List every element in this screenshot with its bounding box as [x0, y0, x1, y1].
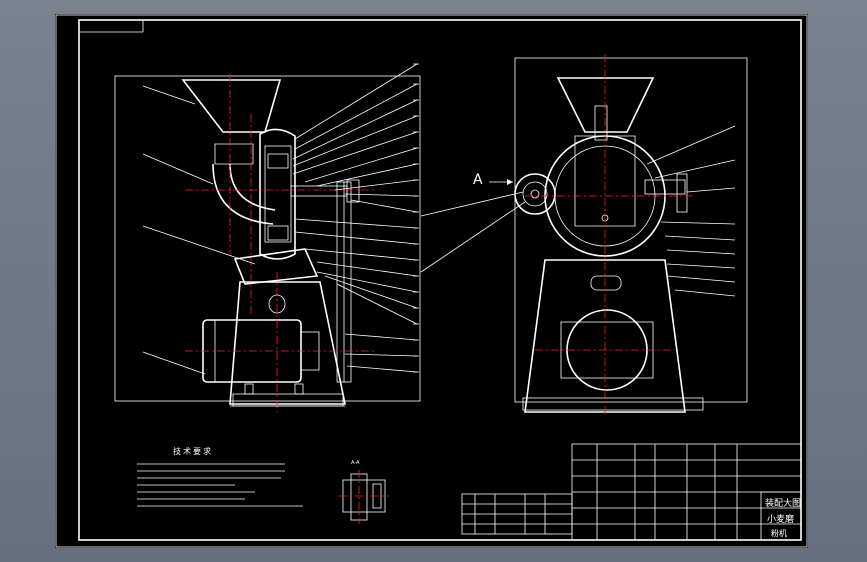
side-section-view: [114, 63, 421, 412]
parts-list-table: [461, 493, 573, 535]
view-label-a: A: [473, 172, 483, 188]
viewport-background: A 技术要求 A-A 装配大图 小麦磨 粉机: [0, 0, 867, 562]
detail-view: [339, 470, 389, 524]
tech-notes: [137, 463, 303, 507]
front-view: [420, 54, 748, 414]
title-block: [571, 443, 802, 541]
tech-requirements-title: 技术要求: [173, 447, 213, 456]
title-block-name-3: 粉机: [771, 529, 787, 538]
drawing-canvas: [55, 14, 808, 548]
title-block-name-1: 装配大图: [765, 499, 802, 509]
section-label: A-A: [351, 460, 360, 466]
title-block-name-2: 小麦磨: [767, 515, 795, 525]
inner-border: [78, 19, 802, 541]
cad-drawing-sheet[interactable]: A 技术要求 A-A 装配大图 小麦磨 粉机: [55, 14, 808, 548]
